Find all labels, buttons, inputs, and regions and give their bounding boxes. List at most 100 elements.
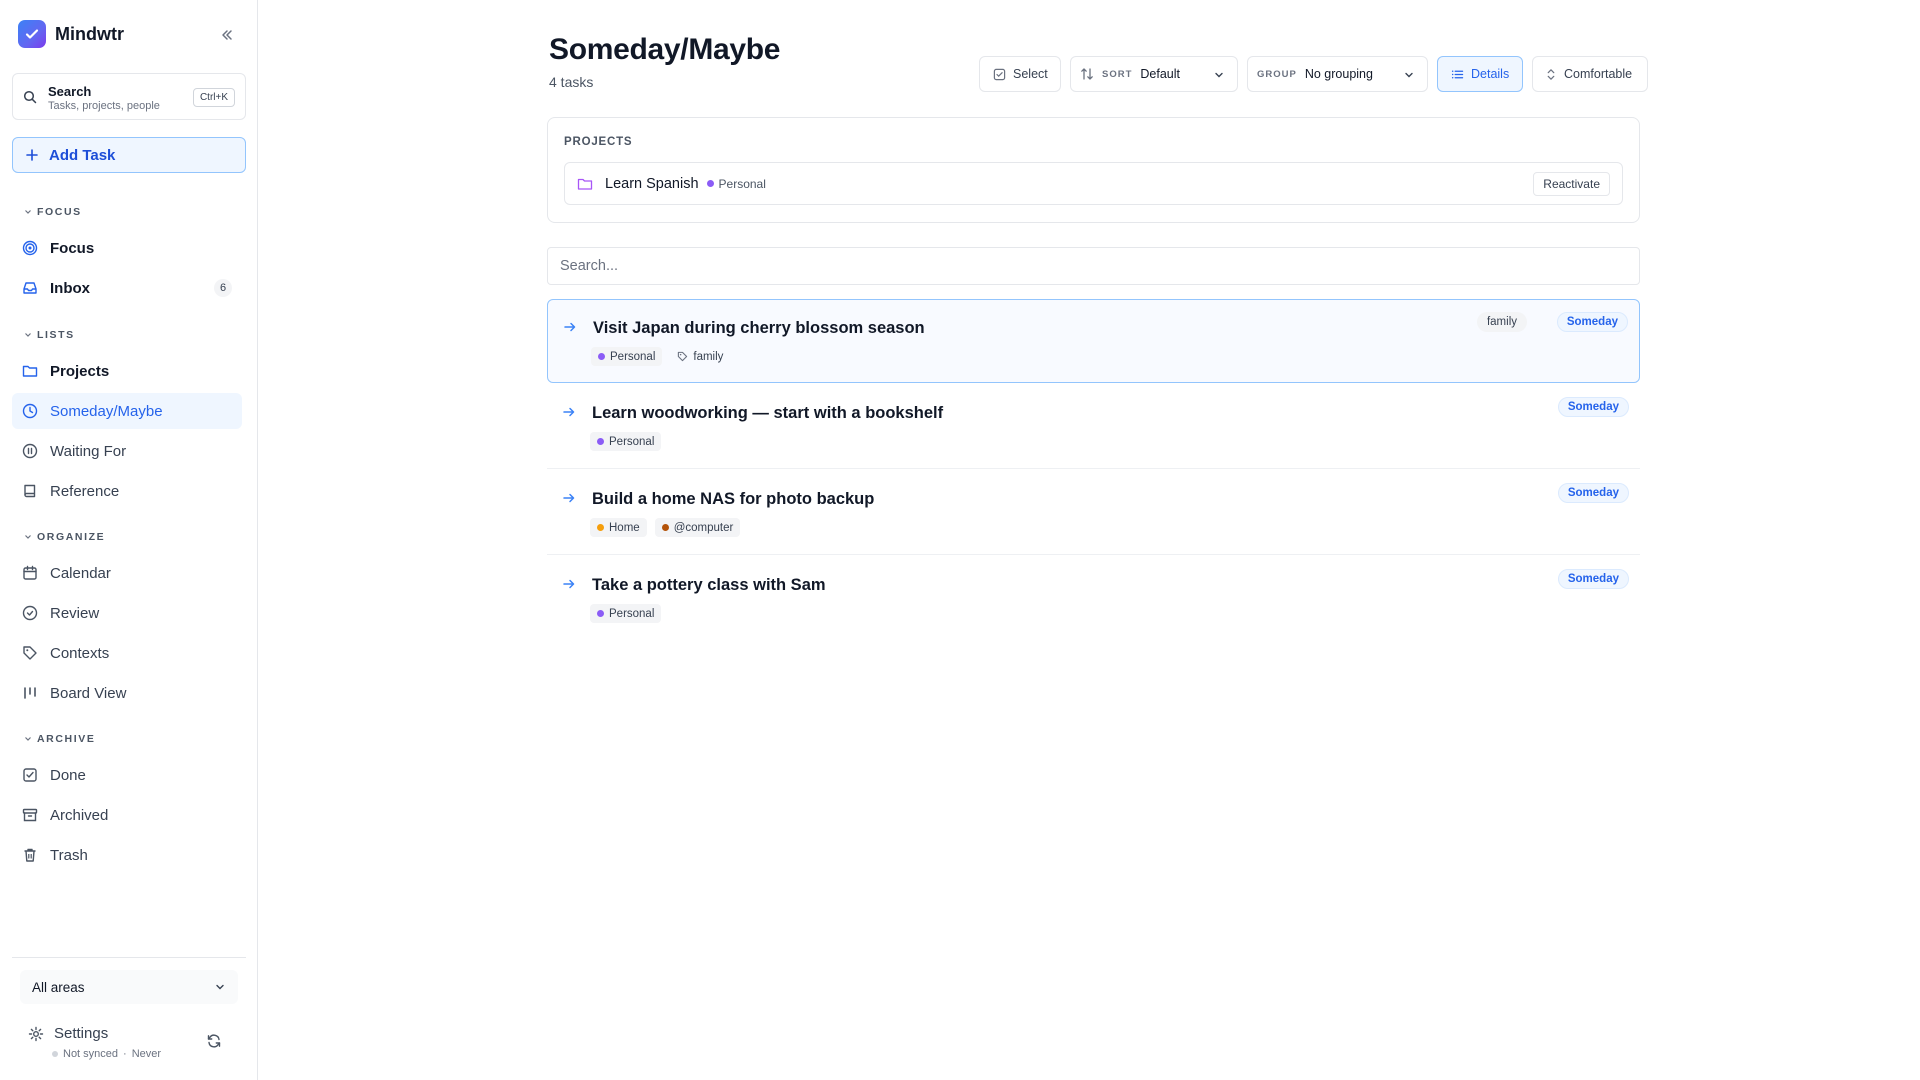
select-button[interactable]: Select bbox=[979, 56, 1061, 92]
sidebar-item-projects[interactable]: Projects bbox=[12, 353, 242, 389]
tag-icon bbox=[22, 645, 38, 661]
area-color-dot bbox=[706, 180, 714, 187]
area-chip: Home bbox=[590, 518, 647, 537]
sidebar-item-focus[interactable]: Focus bbox=[12, 230, 242, 266]
task-title[interactable]: Take a pottery class with Sam bbox=[592, 576, 826, 595]
settings-label: Settings bbox=[54, 1025, 109, 1042]
sort-value: Default bbox=[1140, 67, 1180, 81]
add-task-button[interactable]: Add Task bbox=[12, 137, 246, 173]
folder-icon bbox=[577, 176, 593, 192]
area-color-dot bbox=[598, 353, 605, 360]
search-title: Search bbox=[48, 84, 92, 99]
reactivate-button[interactable]: Reactivate bbox=[1533, 172, 1610, 196]
search-subtitle: Tasks, projects, people bbox=[48, 100, 160, 112]
tag-pill: family bbox=[1476, 312, 1527, 332]
area-chip: Personal bbox=[591, 347, 663, 366]
status-badge[interactable]: Someday bbox=[1557, 483, 1629, 503]
status-badge[interactable]: Someday bbox=[1557, 569, 1629, 589]
sidebar-item-label: Review bbox=[50, 604, 100, 622]
tag-icon bbox=[677, 351, 688, 362]
chevron-down-icon bbox=[1403, 69, 1415, 81]
sidebar-item-someday[interactable]: Someday/Maybe bbox=[12, 393, 242, 429]
sync-separator: · bbox=[123, 1048, 127, 1060]
group-caption: GROUP bbox=[1257, 68, 1297, 80]
status-badge[interactable]: Someday bbox=[1557, 397, 1629, 417]
gear-icon bbox=[28, 1026, 44, 1042]
task-row[interactable]: Visit Japan during cherry blossom season… bbox=[547, 299, 1640, 383]
sidebar-item-reference[interactable]: Reference bbox=[12, 473, 242, 509]
sidebar-item-board[interactable]: Board View bbox=[12, 675, 242, 711]
section-focus[interactable]: FOCUS bbox=[24, 206, 82, 218]
arrow-right-icon[interactable] bbox=[562, 491, 576, 505]
collapse-sidebar-icon[interactable] bbox=[216, 24, 238, 46]
arrow-right-icon[interactable] bbox=[562, 577, 576, 591]
area-chip: Personal bbox=[590, 604, 662, 623]
global-search-button[interactable]: Search Tasks, projects, people Ctrl+K bbox=[12, 73, 246, 120]
sidebar-item-done[interactable]: Done bbox=[12, 757, 242, 793]
add-task-label: Add Task bbox=[49, 146, 116, 164]
section-organize[interactable]: ORGANIZE bbox=[24, 531, 105, 543]
sidebar-item-label: Archived bbox=[50, 806, 109, 824]
sidebar-item-label: Contexts bbox=[50, 644, 110, 662]
sidebar-item-contexts[interactable]: Contexts bbox=[12, 635, 242, 671]
chevron-down-icon bbox=[25, 210, 31, 214]
sidebar-item-label: Reference bbox=[50, 482, 120, 500]
task-title[interactable]: Learn woodworking — start with a bookshe… bbox=[592, 404, 943, 423]
task-meta: Personal bbox=[590, 432, 662, 451]
status-badge[interactable]: Someday bbox=[1556, 312, 1628, 332]
select-label: Select bbox=[1013, 67, 1048, 81]
task-row[interactable]: Build a home NAS for photo backup Home @… bbox=[547, 471, 1640, 555]
density-toggle-button[interactable]: Comfortable bbox=[1532, 56, 1648, 92]
pause-circle-icon bbox=[22, 443, 38, 459]
task-meta: Home @computer bbox=[590, 518, 741, 537]
sidebar-item-review[interactable]: Review bbox=[12, 595, 242, 631]
sync-status-text: Not synced bbox=[63, 1048, 119, 1060]
task-title[interactable]: Build a home NAS for photo backup bbox=[592, 490, 874, 509]
sidebar-item-trash[interactable]: Trash bbox=[12, 837, 242, 873]
expand-vertical-icon bbox=[1545, 68, 1557, 81]
task-search-input[interactable] bbox=[547, 247, 1640, 285]
area-chip: Personal bbox=[590, 432, 662, 451]
sidebar: Mindwtr Search Tasks, projects, people C… bbox=[0, 0, 258, 1080]
projects-heading: PROJECTS bbox=[564, 136, 633, 148]
sort-arrows-icon bbox=[1080, 67, 1094, 81]
arrow-right-icon[interactable] bbox=[562, 405, 576, 419]
sidebar-item-inbox[interactable]: Inbox 6 bbox=[12, 270, 242, 306]
archive-box-icon bbox=[22, 807, 38, 823]
task-meta: Personal family bbox=[591, 347, 730, 366]
inbox-count-badge: 6 bbox=[214, 279, 232, 297]
context-color-dot bbox=[661, 524, 669, 531]
brand[interactable]: Mindwtr bbox=[18, 20, 124, 48]
density-label: Comfortable bbox=[1564, 67, 1633, 81]
sidebar-item-archived[interactable]: Archived bbox=[12, 797, 242, 833]
group-select[interactable]: GROUP No grouping bbox=[1247, 56, 1428, 92]
sidebar-item-waiting[interactable]: Waiting For bbox=[12, 433, 242, 469]
sidebar-item-label: Waiting For bbox=[50, 442, 127, 460]
settings-button[interactable]: Settings bbox=[28, 1025, 108, 1042]
section-lists[interactable]: LISTS bbox=[24, 329, 75, 341]
project-name: Learn Spanish bbox=[605, 175, 699, 192]
details-toggle-button[interactable]: Details bbox=[1437, 56, 1523, 92]
area-filter-select[interactable]: All areas bbox=[20, 970, 238, 1004]
sort-caption: SORT bbox=[1102, 68, 1133, 80]
sync-status-dot bbox=[52, 1051, 58, 1057]
project-row[interactable]: Learn Spanish Personal Reactivate bbox=[564, 162, 1623, 205]
task-row[interactable]: Take a pottery class with Sam Personal S… bbox=[547, 557, 1640, 641]
sidebar-item-label: Done bbox=[50, 766, 86, 784]
arrow-right-icon[interactable] bbox=[563, 320, 577, 334]
area-filter-value: All areas bbox=[32, 979, 85, 995]
task-row[interactable]: Learn woodworking — start with a bookshe… bbox=[547, 385, 1640, 469]
sync-status: Not synced · Never bbox=[52, 1048, 161, 1060]
search-icon bbox=[23, 90, 37, 104]
check-circle-icon bbox=[22, 605, 38, 621]
folder-icon bbox=[22, 363, 38, 379]
area-color-dot bbox=[597, 438, 604, 445]
sidebar-item-label: Board View bbox=[50, 684, 127, 702]
section-archive[interactable]: ARCHIVE bbox=[24, 733, 95, 745]
context-chip: @computer bbox=[654, 518, 741, 537]
task-title[interactable]: Visit Japan during cherry blossom season bbox=[593, 319, 925, 338]
sidebar-item-label: Someday/Maybe bbox=[50, 402, 163, 420]
sort-select[interactable]: SORT Default bbox=[1070, 56, 1238, 92]
sync-refresh-icon[interactable] bbox=[206, 1033, 222, 1049]
sidebar-item-calendar[interactable]: Calendar bbox=[12, 555, 242, 591]
